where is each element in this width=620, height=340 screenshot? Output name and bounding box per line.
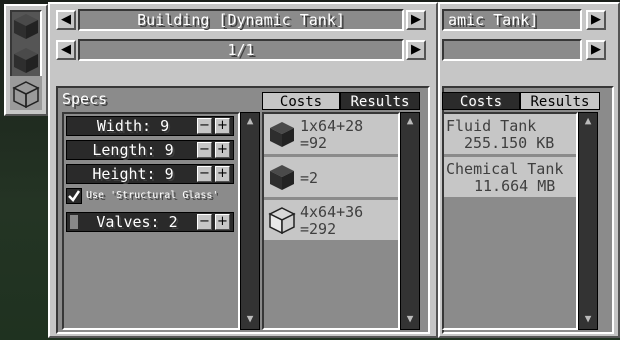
secondary-title: amic Tank]	[442, 9, 582, 31]
valves-decrease-button[interactable]: −	[197, 214, 212, 230]
cost-item: =2	[264, 157, 398, 199]
height-label: Height: 9	[92, 165, 174, 183]
structural-glass-label: Use 'Structural Glass'	[86, 190, 219, 201]
dynamic-valve-block-icon	[270, 165, 294, 190]
tab-results[interactable]: Results	[340, 92, 420, 110]
length-increase-button[interactable]: +	[215, 142, 230, 158]
valves-increase-button[interactable]: +	[215, 214, 230, 230]
results-scrollbar[interactable]	[578, 112, 598, 330]
cost-amount-line1: 1x64+28	[300, 117, 364, 135]
dynamic-valve-icon[interactable]	[12, 46, 40, 74]
next-page-button[interactable]: ▶	[406, 40, 426, 60]
height-decrease-button[interactable]: −	[197, 166, 212, 182]
secondary-tab-costs[interactable]: Costs	[442, 92, 520, 110]
dynamic-tank-icon[interactable]	[12, 12, 40, 40]
result-name: Fluid Tank	[446, 117, 537, 135]
specs-label: Specs	[62, 90, 108, 108]
cost-item: 1x64+28 =92	[264, 114, 398, 156]
structural-glass-checkbox[interactable]	[66, 188, 82, 204]
cost-amount-line1: 4x64+36	[300, 203, 364, 221]
length-label: Length: 9	[92, 141, 174, 159]
result-item: Chemical Tank 11.664 MB	[444, 157, 576, 199]
width-increase-button[interactable]: +	[215, 118, 230, 134]
next-structure-button[interactable]: ▶	[406, 10, 426, 30]
cost-amount-line2: =92	[300, 134, 328, 152]
costs-scrollbar[interactable]	[400, 112, 420, 330]
result-value: 11.664 MB	[474, 177, 556, 195]
structure-title: Building [Dynamic Tank]	[78, 9, 404, 31]
valves-row: Valves: 2 − +	[66, 212, 234, 232]
width-decrease-button[interactable]: −	[197, 118, 212, 134]
specs-scrollbar[interactable]	[240, 112, 260, 330]
secondary-next-page-button[interactable]: ▶	[586, 40, 606, 60]
prev-structure-button[interactable]: ◀	[56, 10, 76, 30]
results-scroll-down-arrow[interactable]: ▼	[580, 312, 596, 326]
height-increase-button[interactable]: +	[215, 166, 230, 182]
page-indicator: 1/1	[78, 39, 404, 61]
structural-glass-block-icon	[268, 207, 296, 234]
checkmark-icon	[68, 190, 81, 202]
result-item: Fluid Tank 255.150 KB	[444, 114, 576, 156]
costs-scroll-up-arrow[interactable]: ▲	[402, 114, 418, 128]
secondary-next-structure-button[interactable]: ▶	[586, 10, 606, 30]
specs-scroll-up-arrow[interactable]: ▲	[242, 114, 258, 128]
tab-costs[interactable]: Costs	[262, 92, 340, 110]
cost-amount-line1: =2	[300, 169, 319, 187]
result-value: 255.150 KB	[464, 134, 555, 152]
structural-glass-icon[interactable]	[12, 80, 40, 108]
length-row: Length: 9 − +	[66, 140, 234, 160]
secondary-page-bar	[442, 39, 582, 61]
result-name: Chemical Tank	[446, 160, 564, 178]
height-row: Height: 9 − +	[66, 164, 234, 184]
valves-label: Valves: 2	[96, 213, 178, 231]
dynamic-tank-block-icon	[270, 122, 294, 147]
cost-amount-line2: =292	[300, 220, 337, 238]
secondary-tab-results[interactable]: Results	[520, 92, 600, 110]
width-row: Width: 9 − +	[66, 116, 234, 136]
prev-page-button[interactable]: ◀	[56, 40, 76, 60]
width-label: Width: 9	[96, 117, 170, 135]
specs-scroll-down-arrow[interactable]: ▼	[242, 312, 258, 326]
length-decrease-button[interactable]: −	[197, 142, 212, 158]
cost-item: 4x64+36 =292	[264, 200, 398, 242]
costs-scroll-down-arrow[interactable]: ▼	[402, 312, 418, 326]
results-scroll-up-arrow[interactable]: ▲	[580, 114, 596, 128]
